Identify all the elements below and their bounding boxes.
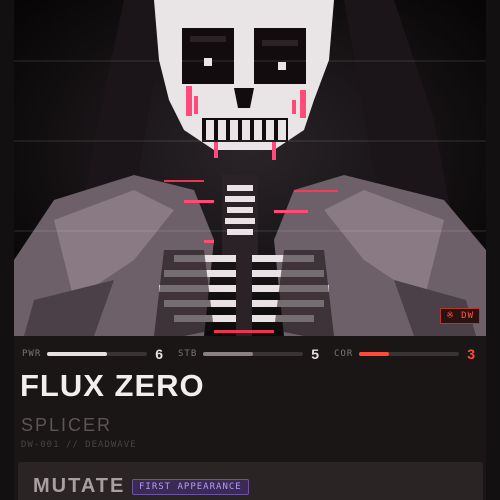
stat-bar [203,352,304,356]
stat-label: PWR [22,349,42,359]
card-border-left [0,0,14,500]
stat-value: 5 [311,346,320,362]
stat-cor: COR 3 [334,346,478,362]
skull-figure-illustration [14,0,486,336]
stat-bar-fill [47,352,108,356]
first-appearance-tag: FIRST APPEARANCE [132,479,249,495]
ability-panel[interactable]: MUTATE FIRST APPEARANCE [18,462,483,500]
set-badge: ※ DW [440,308,480,324]
stats-row: PWR 6 STB 5 COR 3 [22,343,478,365]
card-class: SPLICER [21,415,113,435]
ability-name: MUTATE [33,475,126,497]
stat-stb: STB 5 [178,346,334,362]
stat-value: 3 [467,346,476,362]
card-artwork [14,0,486,336]
card-meta: DW-001 // DEADWAVE [21,440,137,450]
stat-label: STB [178,349,198,359]
stat-pwr: PWR 6 [22,346,178,362]
stat-bar-fill [359,352,390,356]
stat-bar [47,352,148,356]
card-title: FLUX ZERO [20,368,205,403]
character-card[interactable]: ※ DW PWR 6 STB 5 COR 3 FLUX ZERO SPLICER… [0,0,500,500]
stat-bar [359,352,460,356]
stat-value: 6 [155,346,164,362]
stat-bar-fill [203,352,254,356]
stat-label: COR [334,349,354,359]
card-border-right [486,0,500,500]
